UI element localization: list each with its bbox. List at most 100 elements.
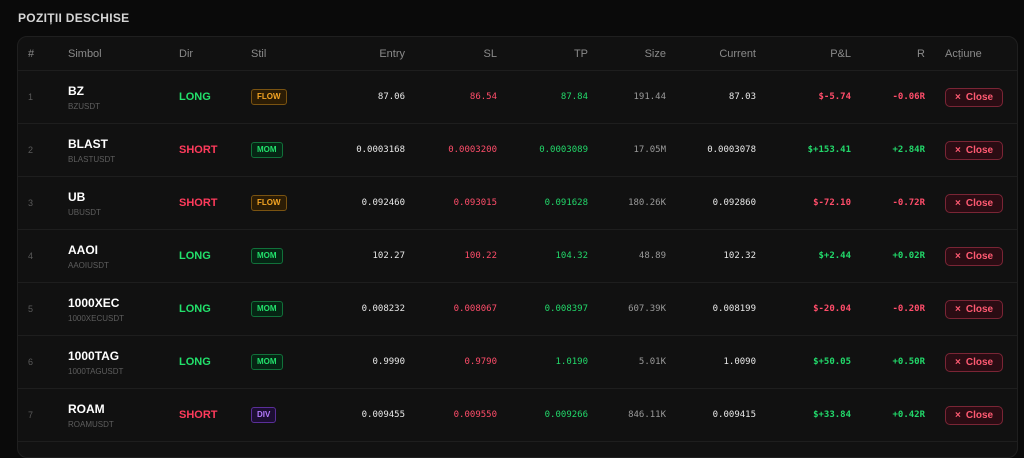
current-price: 0.008199: [676, 282, 766, 336]
r-multiple: +0.42R: [861, 388, 935, 442]
current-price: 1.0090: [676, 335, 766, 389]
close-button-label: Close: [965, 409, 994, 421]
row-index: 4: [18, 229, 68, 283]
col-sl: SL: [415, 37, 507, 71]
r-multiple: -0.72R: [861, 176, 935, 230]
style-badge: MOM: [251, 248, 283, 264]
close-button-label: Close: [965, 91, 994, 103]
symbol-pair: 1000XECUSDT: [68, 313, 125, 323]
symbol-pair: AAOIUSDT: [68, 260, 109, 270]
close-icon: ×: [955, 409, 961, 421]
symbol-cell: UB UBUSDT: [68, 176, 179, 230]
positions-table-panel: # Simbol Dir Stil Entry SL TP Size Curre…: [17, 36, 1018, 458]
take-profit: 0.0003089: [507, 123, 598, 177]
take-profit: 0.009266: [507, 388, 598, 442]
table-row: 4 AAOI AAOIUSDT LONG MOM 102.27 100.22 104.32 48…: [18, 229, 1017, 283]
col-symbol: Simbol: [68, 37, 179, 71]
position-size: 48.89: [598, 229, 676, 283]
col-tp: TP: [507, 37, 598, 71]
take-profit: 87.84: [507, 70, 598, 124]
current-price: 102.32: [676, 229, 766, 283]
entry-price: 0.008232: [323, 282, 415, 336]
action-cell: × Close: [935, 176, 1017, 230]
position-size: 17.05M: [598, 123, 676, 177]
close-position-button[interactable]: × Close: [945, 193, 1004, 213]
position-size: 5.01K: [598, 335, 676, 389]
row-index: 7: [18, 388, 68, 442]
close-position-button[interactable]: × Close: [945, 405, 1004, 425]
position-size: 180.26K: [598, 176, 676, 230]
col-style: Stil: [251, 37, 323, 71]
close-icon: ×: [955, 250, 961, 262]
close-icon: ×: [955, 91, 961, 103]
take-profit: 0.008397: [507, 282, 598, 336]
symbol-pair: ROAMUSDT: [68, 419, 114, 429]
table-row: 6 1000TAG 1000TAGUSDT LONG MOM 0.9990 0.9790 1.…: [18, 335, 1017, 389]
close-position-button[interactable]: × Close: [945, 87, 1004, 107]
style-cell: MOM: [251, 123, 323, 177]
table-header: # Simbol Dir Stil Entry SL TP Size Curre…: [18, 37, 1017, 71]
col-current: Current: [676, 37, 766, 71]
symbol-pair: BZUSDT: [68, 101, 100, 111]
symbol-pair: UBUSDT: [68, 207, 101, 217]
close-position-button[interactable]: × Close: [945, 299, 1004, 319]
action-cell: × Close: [935, 70, 1017, 124]
action-cell: × Close: [935, 123, 1017, 177]
take-profit: 0.091628: [507, 176, 598, 230]
symbol-pair: BLASTUSDT: [68, 154, 116, 164]
stop-loss: 86.54: [415, 70, 507, 124]
style-badge: MOM: [251, 354, 283, 370]
close-icon: ×: [955, 303, 961, 315]
stop-loss: 0.009550: [415, 388, 507, 442]
entry-price: 102.27: [323, 229, 415, 283]
style-badge: FLOW: [251, 89, 287, 105]
close-position-button[interactable]: × Close: [945, 352, 1004, 372]
row-index: 2: [18, 123, 68, 177]
direction: SHORT: [179, 123, 251, 177]
pnl-value: $-20.04: [766, 282, 861, 336]
direction: SHORT: [179, 176, 251, 230]
style-cell: FLOW: [251, 70, 323, 124]
entry-price: 0.9990: [323, 335, 415, 389]
symbol-cell: 1000XEC 1000XECUSDT: [68, 282, 179, 336]
row-index: 1: [18, 70, 68, 124]
style-badge: DIV: [251, 407, 277, 423]
close-button-label: Close: [965, 356, 994, 368]
close-button-label: Close: [965, 303, 994, 315]
current-price: 0.009415: [676, 388, 766, 442]
symbol-name: ROAM: [68, 401, 105, 416]
r-multiple: -0.06R: [861, 70, 935, 124]
action-cell: × Close: [935, 388, 1017, 442]
r-multiple: +0.50R: [861, 335, 935, 389]
row-index: 6: [18, 335, 68, 389]
take-profit: 1.0190: [507, 335, 598, 389]
position-size: 191.44: [598, 70, 676, 124]
position-size: 607.39K: [598, 282, 676, 336]
symbol-cell: AAOI AAOIUSDT: [68, 229, 179, 283]
style-cell: DIV: [251, 388, 323, 442]
direction: LONG: [179, 335, 251, 389]
action-cell: × Close: [935, 335, 1017, 389]
action-cell: × Close: [935, 229, 1017, 283]
table-row: 2 BLAST BLASTUSDT SHORT MOM 0.0003168 0.000320…: [18, 123, 1017, 177]
col-size: Size: [598, 37, 676, 71]
symbol-cell: 1000TAG 1000TAGUSDT: [68, 335, 179, 389]
col-pnl: P&L: [766, 37, 861, 71]
section-title: POZIȚII DESCHISE: [18, 11, 130, 25]
col-index: #: [18, 37, 68, 71]
stop-loss: 0.9790: [415, 335, 507, 389]
close-icon: ×: [955, 197, 961, 209]
close-position-button[interactable]: × Close: [945, 140, 1004, 160]
close-position-button[interactable]: × Close: [945, 246, 1004, 266]
direction: LONG: [179, 229, 251, 283]
direction: LONG: [179, 282, 251, 336]
row-index: 5: [18, 282, 68, 336]
pnl-value: $+33.84: [766, 388, 861, 442]
position-size: 846.11K: [598, 388, 676, 442]
entry-price: 0.009455: [323, 388, 415, 442]
close-icon: ×: [955, 356, 961, 368]
pnl-value: $-72.10: [766, 176, 861, 230]
symbol-name: BZ: [68, 83, 84, 98]
style-cell: MOM: [251, 229, 323, 283]
pnl-value: $-5.74: [766, 70, 861, 124]
